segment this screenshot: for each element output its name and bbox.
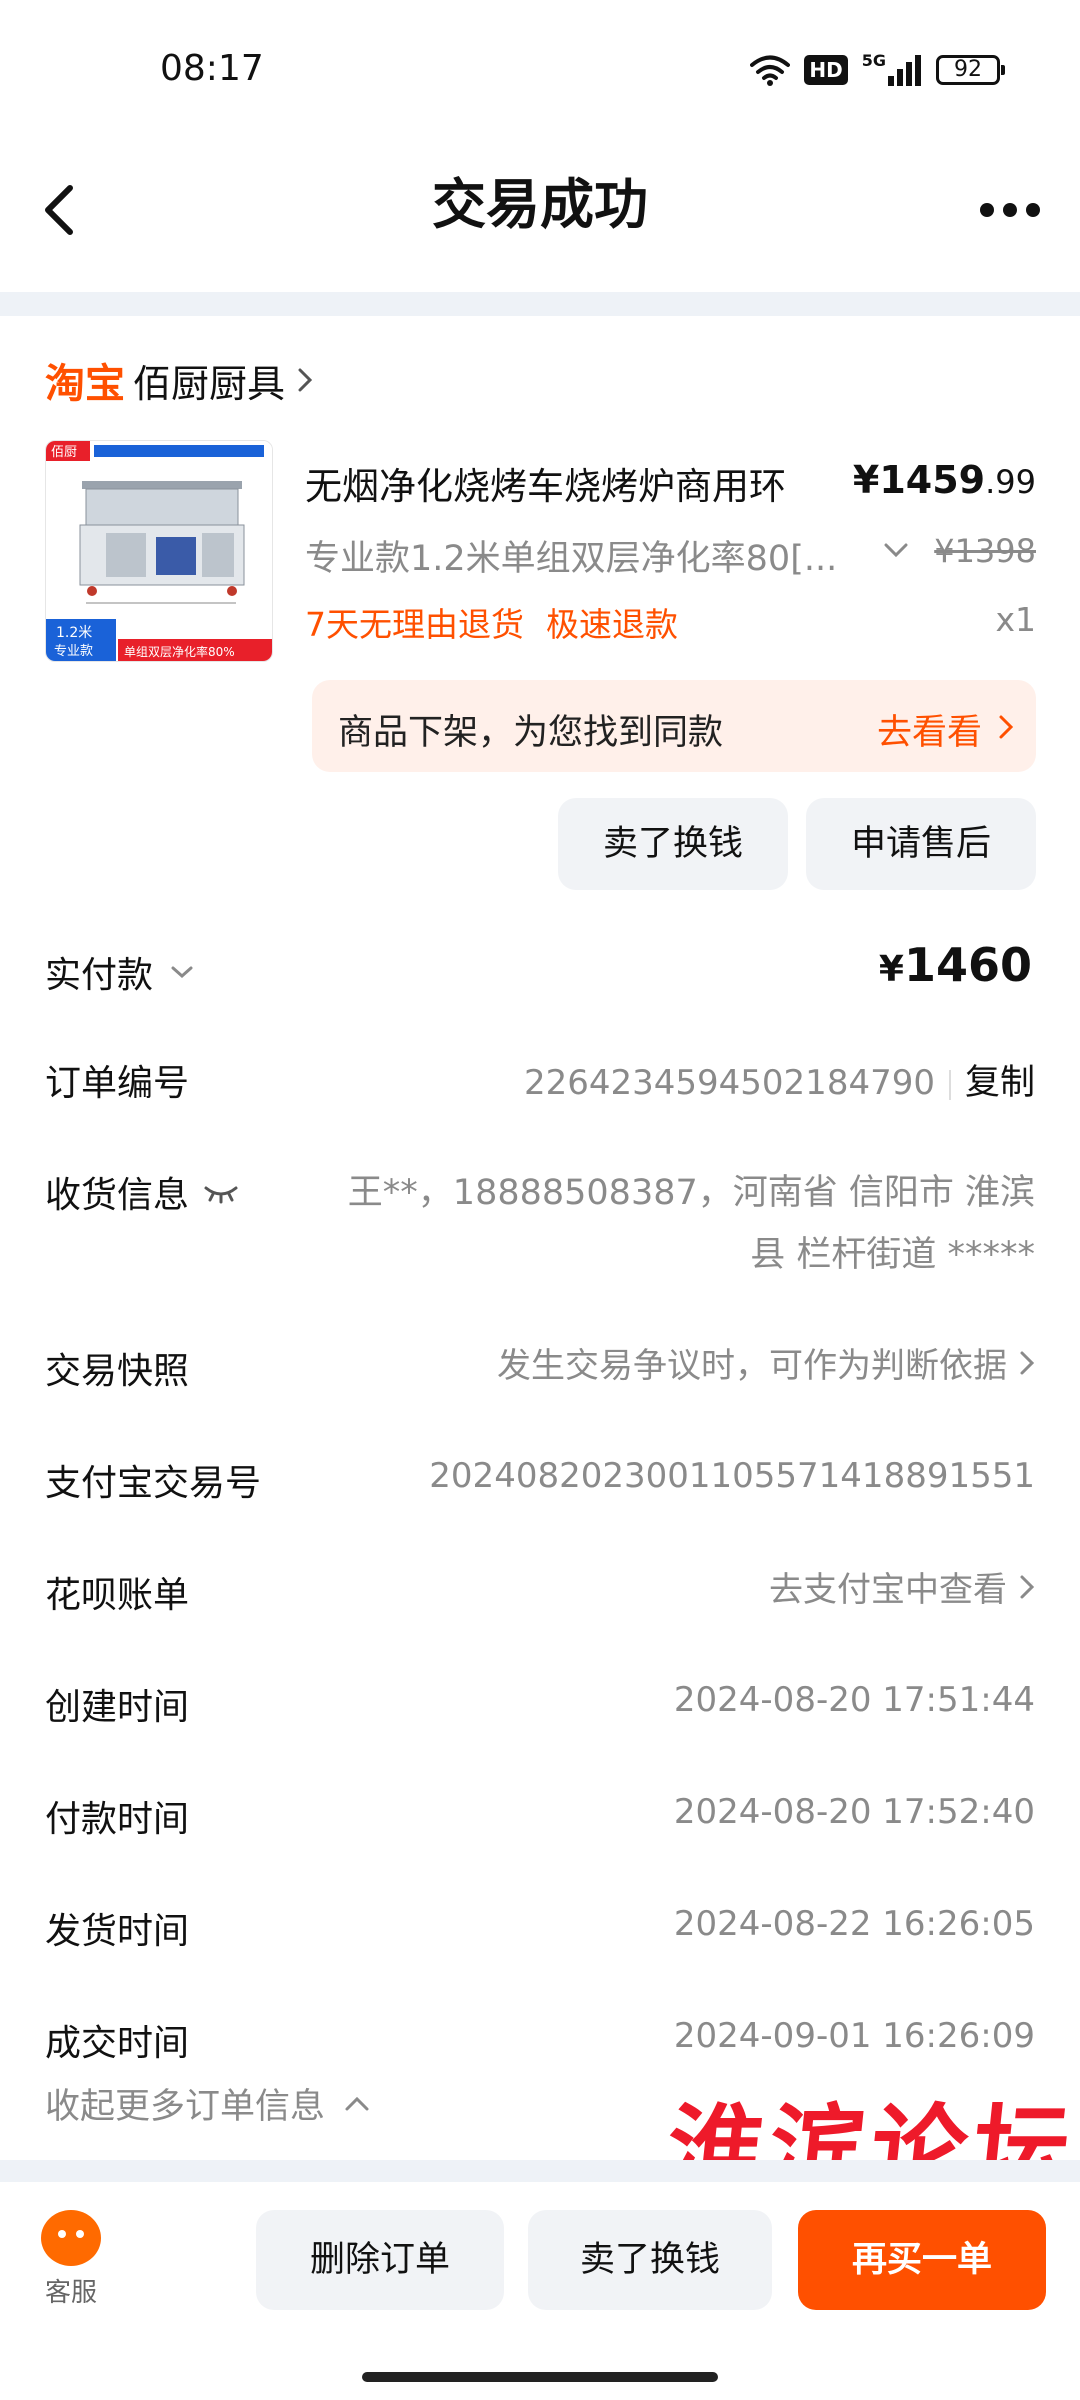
shipped-value: 2024-08-22 16:26:05 — [673, 1904, 1035, 1944]
shipping-value: 王**，18888508387，河南省 信阳市 淮滨县 栏杆街道 ***** — [347, 1173, 1035, 1275]
wifi-icon — [750, 55, 791, 86]
battery-icon: 92 — [936, 55, 1005, 85]
order-no-row: 2264234594502184790 复制 — [524, 1054, 1035, 1105]
home-indicator[interactable] — [362, 2372, 718, 2382]
alipay-label: 支付宝交易号 — [45, 1463, 262, 1504]
header: 交易成功 — [0, 140, 1080, 290]
bottom-action-bar: 客服 删除订单 卖了换钱 再买一单 — [0, 2182, 1080, 2400]
alipay-value: 2024082023001105571418891551 — [429, 1456, 1035, 1496]
tag-return: 7天无理由退货 — [305, 605, 524, 644]
customer-service-label: 客服 — [44, 2278, 97, 2308]
chevron-right-icon — [1020, 1575, 1035, 1598]
shop-link[interactable]: 淘宝 佰厨厨具 — [45, 350, 315, 410]
completed-label: 成交时间 — [45, 2023, 190, 2064]
product-price: ¥1459.99 — [853, 458, 1036, 502]
snapshot-label: 交易快照 — [45, 1351, 190, 1392]
paid-time-value: 2024-08-20 17:52:40 — [673, 1792, 1035, 1832]
created-label: 创建时间 — [45, 1687, 190, 1728]
signal-icon — [888, 55, 921, 86]
delete-order-button[interactable]: 删除订单 — [256, 2210, 504, 2310]
page-title: 交易成功 — [432, 173, 648, 236]
chevron-right-icon — [999, 715, 1014, 739]
paid-amount: ¥1460 — [878, 938, 1032, 992]
paid-time-label: 付款时间 — [45, 1799, 190, 1840]
section-divider — [0, 2160, 1080, 2182]
chevron-down-icon[interactable] — [882, 540, 910, 560]
status-bar: 08:17 HD 5G 92 — [0, 0, 1080, 140]
divider — [948, 1069, 951, 1100]
hd-badge: HD — [804, 55, 848, 85]
shipped-label: 发货时间 — [45, 1911, 190, 1952]
collapse-order-info[interactable]: 收起更多订单信息 — [45, 2078, 371, 2129]
similar-product-banner[interactable]: 商品下架，为您找到同款 去看看 — [312, 680, 1036, 772]
collapse-label: 收起更多订单信息 — [45, 2087, 326, 2127]
buy-again-button[interactable]: 再买一单 — [798, 2210, 1046, 2310]
taobao-logo: 淘宝 — [45, 361, 125, 407]
promo-text: 商品下架，为您找到同款 — [338, 713, 724, 753]
sell-button[interactable]: 卖了换钱 — [558, 798, 788, 890]
product-title[interactable]: 无烟净化烧烤车烧烤炉商用环 — [305, 456, 786, 510]
price-decimal: .99 — [985, 463, 1036, 501]
more-button[interactable] — [970, 185, 1050, 235]
network-type-label: 5G — [861, 50, 886, 70]
chevron-down-icon — [171, 966, 193, 979]
tag-refund: 极速退款 — [546, 605, 678, 644]
more-dots-icon — [980, 203, 994, 217]
status-time: 08:17 — [160, 48, 264, 89]
shop-name: 佰厨厨具 — [133, 361, 286, 406]
huabei-link[interactable]: 去支付宝中查看 — [769, 1562, 1035, 1611]
copy-button[interactable]: 复制 — [965, 1063, 1035, 1103]
completed-value: 2024-09-01 16:26:09 — [673, 2016, 1035, 2056]
customer-service-icon — [41, 2210, 101, 2266]
chevron-right-icon — [298, 368, 313, 392]
bbq-cart-image: 佰厨 1.2米 专业款 单组双层净化率80% — [46, 441, 272, 661]
shipping-label: 收货信息 — [45, 1175, 190, 1216]
svg-text:1.2米: 1.2米 — [56, 625, 92, 641]
product-image[interactable]: 佰厨 1.2米 专业款 单组双层净化率80% — [45, 440, 273, 662]
svg-text:单组双层净化率80%: 单组双层净化率80% — [124, 644, 235, 659]
shipping-label-row: 收货信息 — [45, 1166, 239, 1218]
paid-label-row[interactable]: 实付款 — [45, 946, 195, 998]
original-price: ¥1398 — [934, 532, 1036, 570]
svg-text:佰厨: 佰厨 — [51, 445, 77, 460]
huabei-label: 花呗账单 — [45, 1575, 190, 1616]
status-icons: HD 5G 92 — [750, 50, 1005, 90]
sell-for-cash-button[interactable]: 卖了换钱 — [528, 2210, 772, 2310]
order-no-value: 2264234594502184790 — [523, 1063, 935, 1103]
chevron-up-icon — [345, 2096, 369, 2110]
huabei-value: 去支付宝中查看 — [769, 1570, 1007, 1610]
created-value: 2024-08-20 17:51:44 — [673, 1680, 1035, 1720]
product-tags: 7天无理由退货 极速退款 — [305, 598, 678, 646]
section-divider — [0, 292, 1080, 316]
customer-service-button[interactable]: 客服 — [36, 2210, 106, 2309]
after-sale-button[interactable]: 申请售后 — [806, 798, 1036, 890]
svg-text:专业款: 专业款 — [54, 644, 93, 659]
promo-link[interactable]: 去看看 — [877, 704, 982, 755]
product-quantity: x1 — [995, 600, 1036, 639]
paid-label: 实付款 — [45, 955, 154, 996]
chevron-right-icon — [1020, 1351, 1035, 1374]
snapshot-link[interactable]: 发生交易争议时，可作为判断依据 — [497, 1338, 1035, 1387]
order-no-label: 订单编号 — [45, 1063, 190, 1104]
product-spec[interactable]: 专业款1.2米单组双层净化率80[... — [305, 530, 837, 581]
eye-closed-icon[interactable] — [203, 1180, 239, 1204]
snapshot-value: 发生交易争议时，可作为判断依据 — [497, 1346, 1007, 1386]
price-main: ¥1459 — [852, 458, 986, 502]
